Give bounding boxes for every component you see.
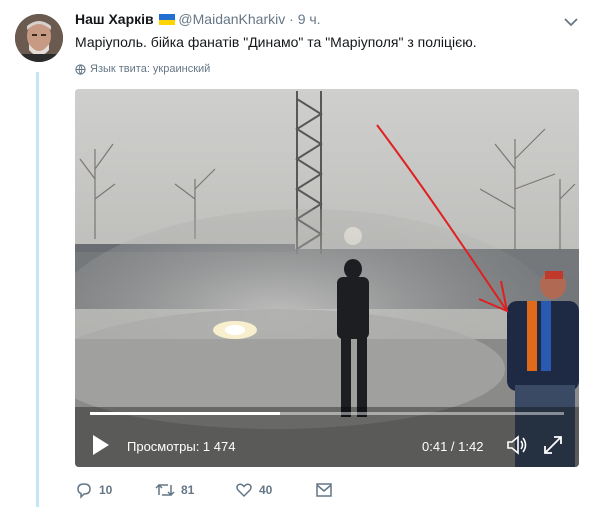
message-action[interactable] [315,481,333,499]
separator-dot: · [289,11,294,27]
view-count: Просмотры: 1 474 [127,439,236,454]
tweet-timestamp[interactable]: 9 ч. [298,11,321,27]
volume-icon[interactable] [505,433,529,457]
tweet-text: Маріуполь. бійка фанатів "Динамо" та "Ма… [75,34,477,50]
avatar[interactable] [15,14,63,62]
video-frame [75,89,579,467]
like-action[interactable]: 40 [235,481,272,499]
tweet-actions: 10 81 40 [75,481,595,503]
tweet-header: Наш Харків @MaidanKharkiv · 9 ч. [75,11,321,27]
play-icon[interactable] [91,433,111,457]
globe-icon [75,63,86,75]
reply-icon [77,483,91,499]
reply-action[interactable]: 10 [75,481,112,499]
video-progress-fill [90,412,280,415]
retweet-icon [155,483,175,497]
video-progress-bar[interactable] [90,412,564,415]
reply-count: 10 [99,483,113,497]
fullscreen-icon[interactable] [541,433,565,457]
author-name[interactable]: Наш Харків [75,11,154,27]
video-timecode: 0:41 / 1:42 [422,439,484,454]
video-controls: Просмотры: 1 474 0:41 / 1:42 [75,425,579,467]
avatar-image [15,14,63,62]
retweet-count: 81 [181,483,195,497]
thread-line [36,72,39,507]
video-player[interactable]: Просмотры: 1 474 0:41 / 1:42 [75,89,579,467]
chevron-down-icon[interactable] [563,14,579,30]
heart-icon [236,483,252,498]
language-note: Язык твита: украинский [75,63,210,75]
message-icon [316,483,332,497]
language-note-text: Язык твита: украинский [90,63,211,75]
ukraine-flag-icon [158,14,175,25]
author-handle[interactable]: @MaidanKharkiv [178,11,285,27]
retweet-action[interactable]: 81 [155,481,194,499]
like-count: 40 [259,483,273,497]
